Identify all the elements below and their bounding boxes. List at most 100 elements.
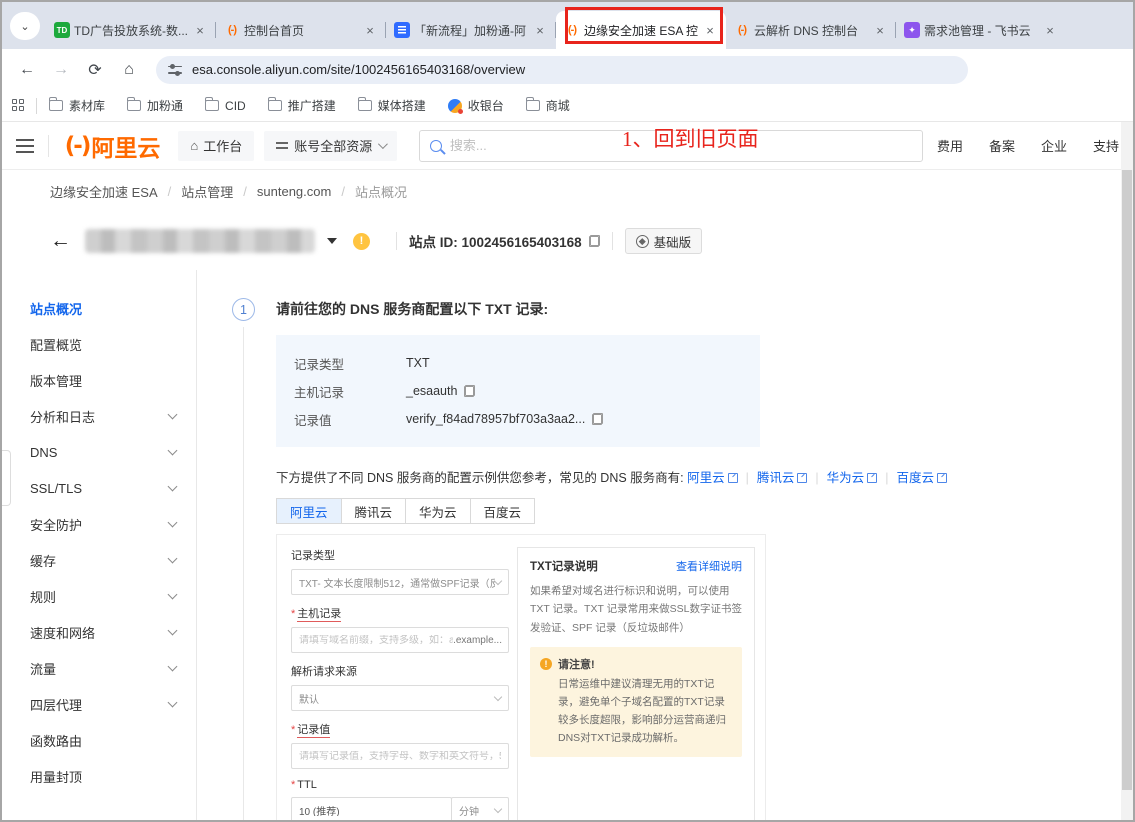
bookmark-label: 商城 xyxy=(546,97,570,114)
sidebar-item-usage-cap[interactable]: 用量封顶 xyxy=(2,758,196,794)
close-icon[interactable]: × xyxy=(1042,23,1058,38)
provider-link-huawei[interactable]: 华为云 xyxy=(827,471,865,485)
sidebar-item-dns[interactable]: DNS xyxy=(2,434,196,470)
provider-link-baidu[interactable]: 百度云 xyxy=(896,471,934,485)
tab-title: TD广告投放系统-数... xyxy=(74,22,188,39)
back-icon[interactable]: ← xyxy=(14,57,40,83)
bookmark-folder[interactable]: 素材库 xyxy=(49,97,105,114)
copy-icon[interactable] xyxy=(592,413,603,425)
browser-toolbar: ← → ⟳ ⌂ esa.console.aliyun.com/site/1002… xyxy=(2,49,1133,90)
breadcrumb: 边缘安全加速 ESA / 站点管理 / sunteng.com / 站点概况 xyxy=(2,170,1133,212)
workbench-button[interactable]: ⌂工作台 xyxy=(178,131,254,161)
folder-icon xyxy=(49,100,63,111)
site-dropdown-caret-icon[interactable] xyxy=(327,238,337,244)
bookmark-folder[interactable]: CID xyxy=(205,99,246,113)
sidebar-item-config-overview[interactable]: 配置概览 xyxy=(2,326,196,362)
chevron-down-icon xyxy=(168,518,178,528)
record-type-select[interactable]: TXT- 文本长度限制512，通常做SPF记录（反垃圾邮件） xyxy=(291,569,509,595)
nav-icp[interactable]: 备案 xyxy=(989,136,1015,155)
sidebar-item-analytics-logs[interactable]: 分析和日志 xyxy=(2,398,196,434)
bookmark-cashier[interactable]: 收银台 xyxy=(448,97,504,114)
detail-link[interactable]: 查看详细说明 xyxy=(676,558,742,574)
tab-example-baidu[interactable]: 百度云 xyxy=(470,498,536,524)
forward-icon[interactable]: → xyxy=(48,57,74,83)
resolve-source-label: 解析请求来源 xyxy=(291,663,509,679)
close-icon[interactable]: × xyxy=(532,23,548,38)
vertical-scrollbar[interactable] xyxy=(1121,122,1133,820)
folder-icon xyxy=(526,100,540,111)
chevron-down-icon xyxy=(168,446,178,456)
home-icon[interactable]: ⌂ xyxy=(116,57,142,83)
nav-enterprise[interactable]: 企业 xyxy=(1041,136,1067,155)
breadcrumb-item[interactable]: sunteng.com xyxy=(257,184,331,199)
alert-icon: ! xyxy=(540,658,552,670)
breadcrumb-item[interactable]: 边缘安全加速 ESA xyxy=(50,182,158,201)
divider xyxy=(48,135,49,157)
sidebar-item-traffic[interactable]: 流量 xyxy=(2,650,196,686)
bookmark-folder[interactable]: 加粉通 xyxy=(127,97,183,114)
sidebar-item-rules[interactable]: 规则 xyxy=(2,578,196,614)
sidebar-item-cache[interactable]: 缓存 xyxy=(2,542,196,578)
back-arrow-icon[interactable]: ← xyxy=(50,229,71,253)
sidebar-item-layer4-proxy[interactable]: 四层代理 xyxy=(2,686,196,722)
tab-dns-console[interactable]: (-) 云解析 DNS 控制台 × xyxy=(726,11,896,49)
scrollbar-thumb[interactable] xyxy=(1122,170,1132,790)
aliyun-logo-mark-icon: (-) xyxy=(65,133,90,159)
ttl-unit-select[interactable]: 分钟 xyxy=(451,797,509,822)
breadcrumb-item[interactable]: 站点管理 xyxy=(181,182,233,201)
copy-icon[interactable] xyxy=(589,235,600,247)
tab-td-ads[interactable]: TD TD广告投放系统-数... × xyxy=(46,11,216,49)
sidebar-item-site-overview[interactable]: 站点概况 xyxy=(2,290,196,326)
host-record-field: .example... xyxy=(291,627,509,653)
close-icon[interactable]: × xyxy=(192,23,208,38)
tab-feishu-demand-pool[interactable]: ✦ 需求池管理 - 飞书云 × xyxy=(896,11,1066,49)
aliyun-logo[interactable]: (-)阿里云 xyxy=(65,129,161,163)
ttl-input[interactable] xyxy=(299,805,444,816)
home-icon: ⌂ xyxy=(190,138,198,153)
sidebar-item-speed-network[interactable]: 速度和网络 xyxy=(2,614,196,650)
nav-billing[interactable]: 费用 xyxy=(937,136,963,155)
tab-jiafentong-doc[interactable]: 「新流程」加粉通-阿 × xyxy=(386,11,556,49)
apps-grid-icon[interactable] xyxy=(12,99,26,113)
sidebar-collapse-handle[interactable] xyxy=(2,450,11,506)
tab-title: 云解析 DNS 控制台 xyxy=(754,22,868,39)
chevron-down-icon xyxy=(168,482,178,492)
bookmark-folder[interactable]: 媒体搭建 xyxy=(358,97,426,114)
nav-support[interactable]: 支持 xyxy=(1093,136,1119,155)
tab-console-home[interactable]: (-) 控制台首页 × xyxy=(216,11,386,49)
close-icon[interactable]: × xyxy=(362,23,378,38)
sidebar-item-version-mgmt[interactable]: 版本管理 xyxy=(2,362,196,398)
copy-icon[interactable] xyxy=(464,385,475,397)
site-settings-icon[interactable] xyxy=(168,64,182,76)
tab-example-huawei[interactable]: 华为云 xyxy=(405,498,471,524)
record-row-type: 记录类型 TXT xyxy=(294,349,742,377)
resolve-source-select[interactable]: 默认 xyxy=(291,685,509,711)
chevron-down-icon xyxy=(168,662,178,672)
explain-title: TXT记录说明 xyxy=(530,558,676,574)
account-resources-dropdown[interactable]: 账号全部资源 xyxy=(264,131,397,161)
bookmark-folder[interactable]: 推广搭建 xyxy=(268,97,336,114)
ttl-field xyxy=(291,797,452,822)
bookmark-label: CID xyxy=(225,99,246,113)
annotation-box-active-tab xyxy=(565,7,723,44)
tab-search-button[interactable]: ⌄ xyxy=(10,12,40,40)
address-bar[interactable]: esa.console.aliyun.com/site/100245616540… xyxy=(156,56,968,84)
tab-example-tencent[interactable]: 腾讯云 xyxy=(341,498,407,524)
bookmark-label: 媒体搭建 xyxy=(378,97,426,114)
external-link-icon xyxy=(797,473,807,483)
record-value-input[interactable] xyxy=(299,751,501,762)
sidebar-item-function-routing[interactable]: 函数路由 xyxy=(2,722,196,758)
external-link-icon xyxy=(867,473,877,483)
reload-icon[interactable]: ⟳ xyxy=(82,57,108,83)
hamburger-menu-icon[interactable] xyxy=(16,139,34,153)
bookmark-folder[interactable]: 商城 xyxy=(526,97,570,114)
sidebar-item-security[interactable]: 安全防护 xyxy=(2,506,196,542)
notice-box: !请注意! 日常运维中建议清理无用的TXT记录，避免单个子域名配置的TXT记录较… xyxy=(530,647,742,756)
sidebar-item-ssl-tls[interactable]: SSL/TLS xyxy=(2,470,196,506)
chevron-down-icon xyxy=(494,805,502,813)
step-1-number: 1 xyxy=(232,298,255,321)
provider-link-tencent[interactable]: 腾讯云 xyxy=(757,471,795,485)
tab-example-aliyun[interactable]: 阿里云 xyxy=(276,498,342,524)
close-icon[interactable]: × xyxy=(872,23,888,38)
provider-link-aliyun[interactable]: 阿里云 xyxy=(687,471,725,485)
